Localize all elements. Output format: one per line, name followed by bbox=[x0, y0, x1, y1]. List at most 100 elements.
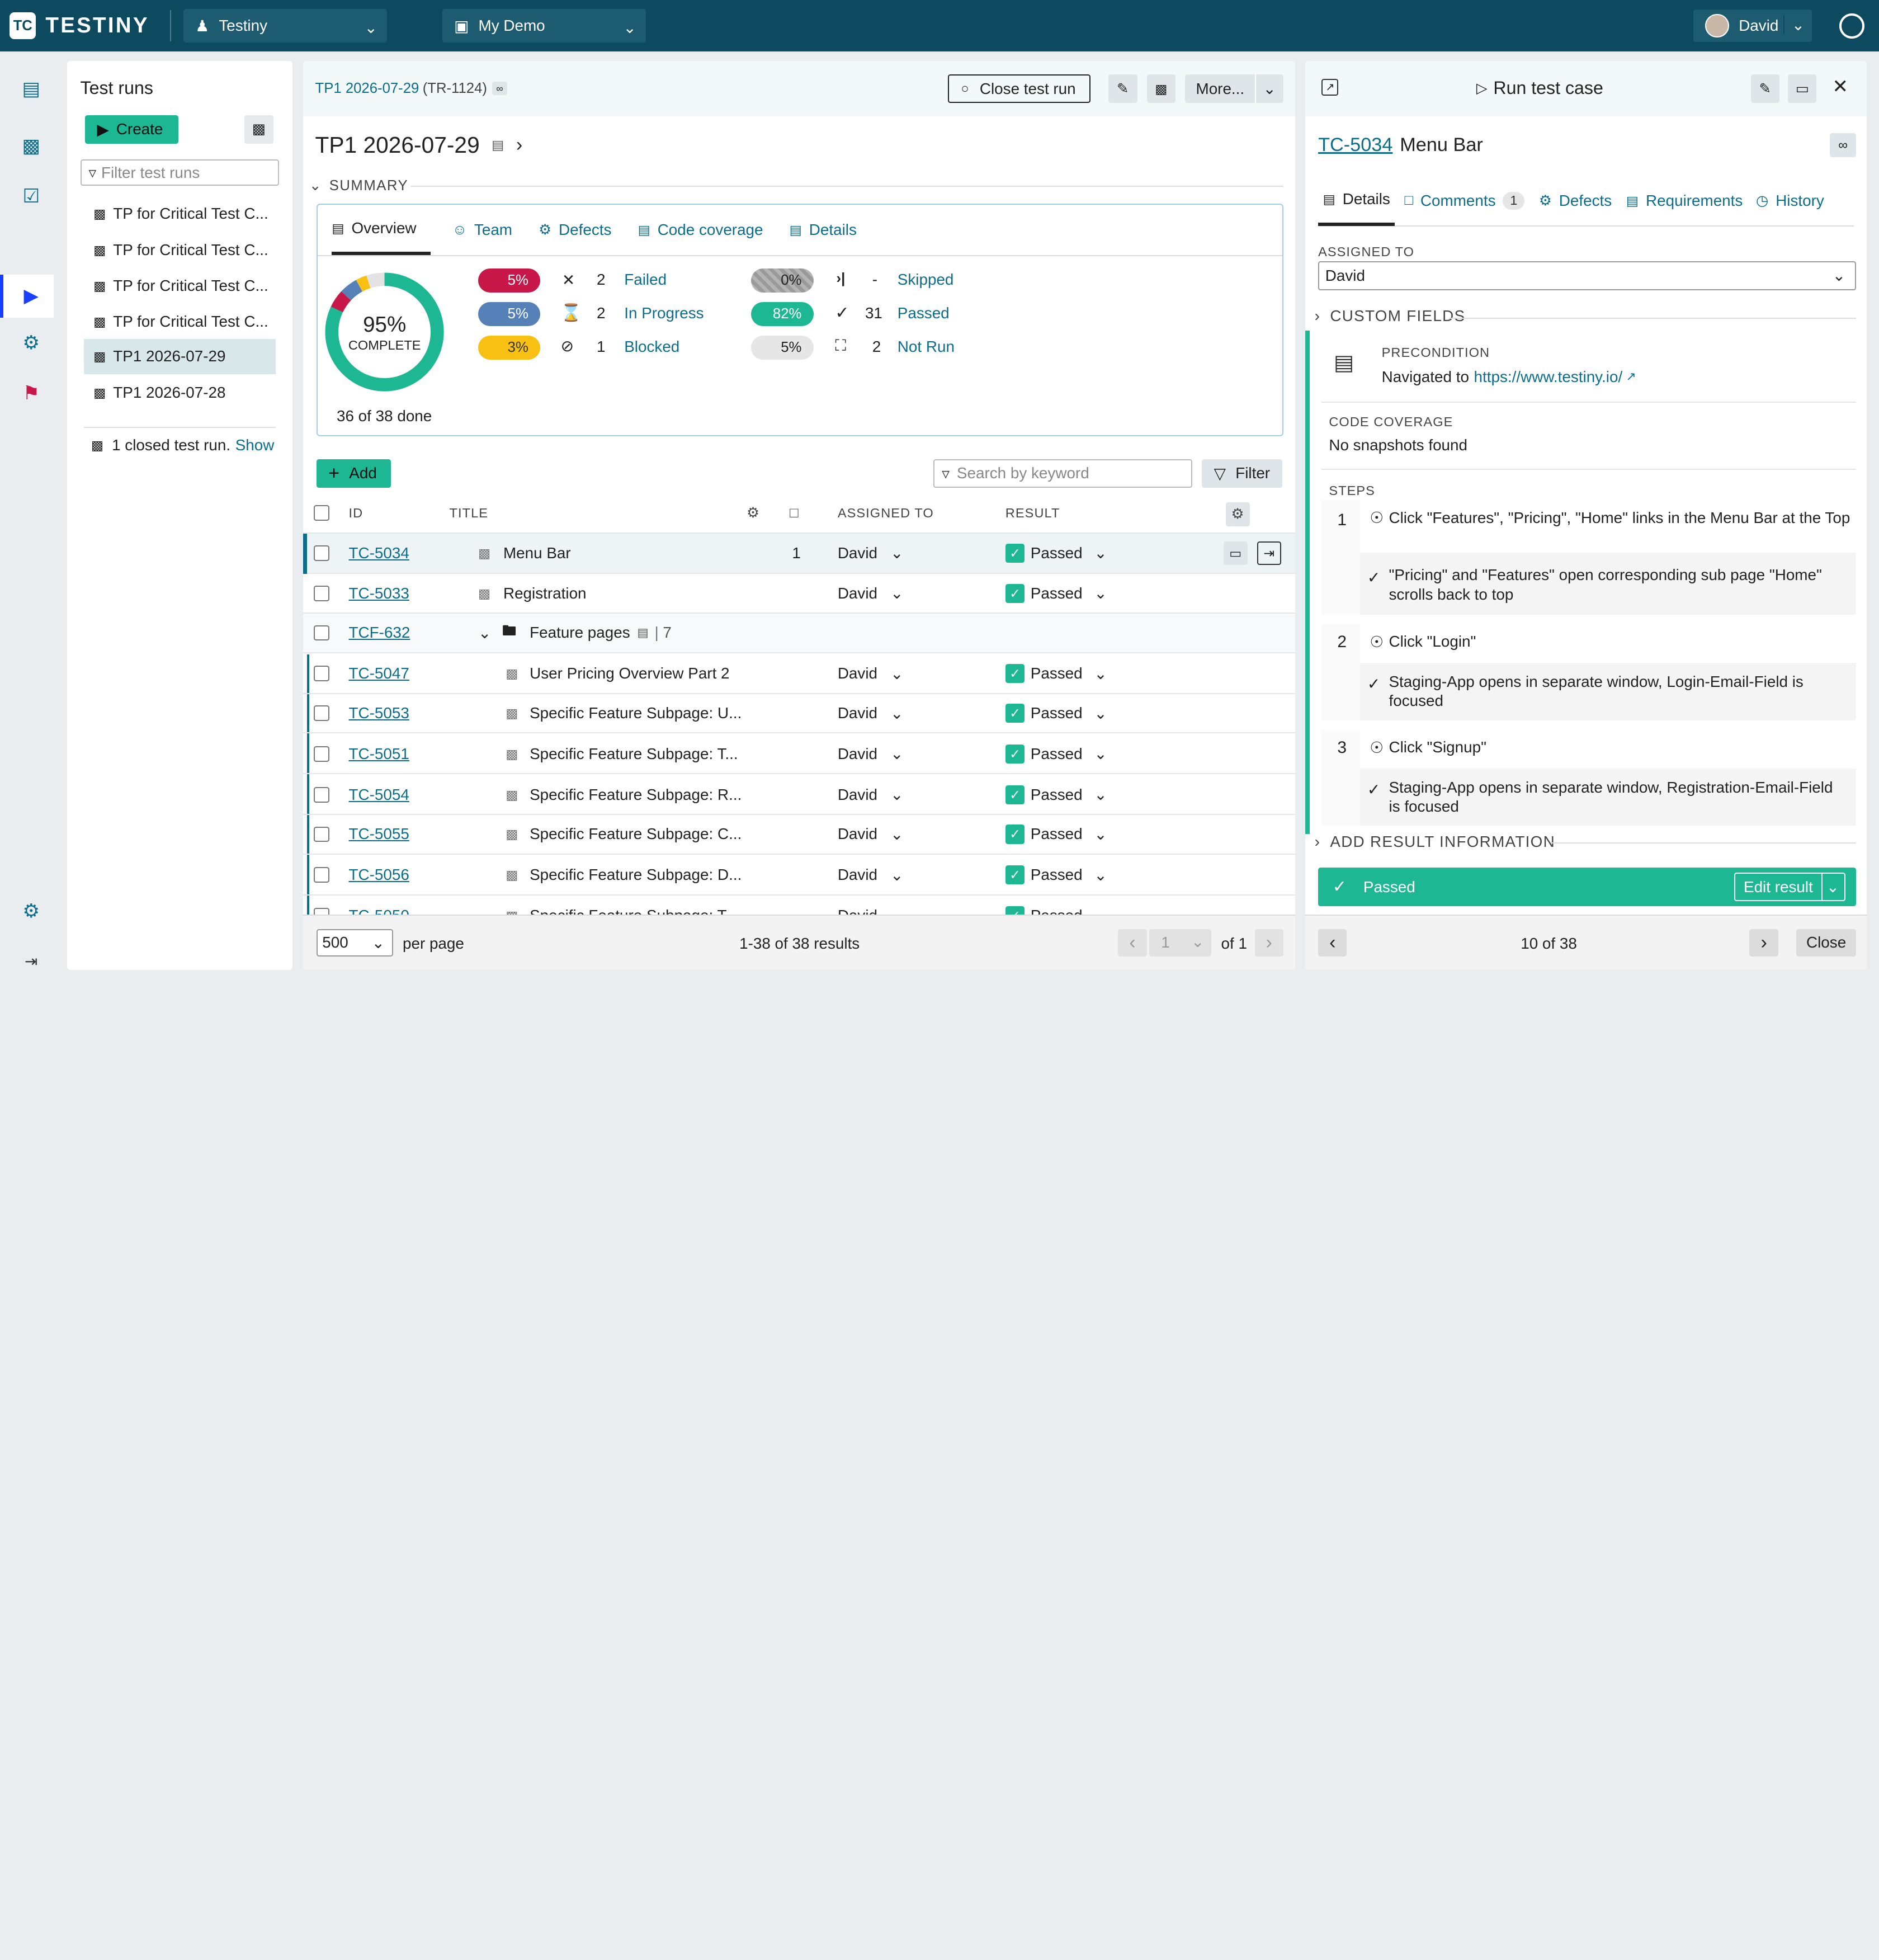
test-runs-icon[interactable]: ▶ bbox=[18, 283, 44, 309]
collapse-icon[interactable]: ⇥ bbox=[18, 948, 44, 974]
tab-details[interactable]: ▤ Details bbox=[790, 221, 857, 239]
row-result[interactable]: ✓ Passed bbox=[1005, 543, 1083, 563]
row-result[interactable]: ✓ Passed bbox=[1005, 664, 1083, 684]
row-checkbox[interactable] bbox=[314, 786, 330, 803]
chevron-down-icon[interactable]: ⌄ bbox=[1094, 665, 1107, 683]
filter-runs-input[interactable]: ▿ Filter test runs bbox=[80, 159, 280, 186]
chevron-right-icon[interactable]: › bbox=[516, 134, 522, 156]
add-button[interactable]: + Add bbox=[316, 459, 391, 488]
tab-details[interactable]: ▤ Details bbox=[1318, 176, 1395, 226]
close-icon[interactable]: ✕ bbox=[1832, 76, 1848, 98]
logo[interactable]: TC TESTINY bbox=[10, 12, 160, 39]
not-run-link[interactable]: Not Run bbox=[898, 338, 955, 356]
chevron-down-icon[interactable]: ⌄ bbox=[890, 704, 903, 723]
row-title[interactable]: Specific Feature Subpage: T... bbox=[530, 745, 738, 763]
tab-requirements[interactable]: ▤ Requirements bbox=[1626, 192, 1743, 210]
tab-code-coverage[interactable]: ▤ Code coverage bbox=[638, 221, 763, 239]
assigned-select[interactable]: David ⌄ bbox=[1318, 261, 1857, 290]
row-title[interactable]: Specific Feature Subpage: R... bbox=[530, 786, 742, 804]
row-id[interactable]: TC-5056 bbox=[349, 866, 409, 884]
tab-overview[interactable]: ▤ Overview bbox=[332, 205, 431, 256]
tab-defects[interactable]: ⚙ Defects bbox=[1539, 192, 1612, 210]
precondition-link[interactable]: https://www.testiny.io/ bbox=[1474, 368, 1623, 386]
edit-result-button[interactable]: Edit result bbox=[1734, 872, 1823, 902]
table-row[interactable]: TC-5054 ▩ Specific Feature Subpage: R...… bbox=[303, 775, 1296, 816]
open-panel-icon[interactable]: ⇥ bbox=[1257, 541, 1281, 566]
close-button[interactable]: Close bbox=[1796, 929, 1857, 957]
row-checkbox[interactable] bbox=[314, 545, 330, 561]
dashboard-icon[interactable]: ▤ bbox=[18, 76, 44, 102]
flag-icon[interactable]: ⚑ bbox=[18, 380, 44, 406]
select-all-checkbox[interactable] bbox=[314, 505, 330, 521]
row-title[interactable]: Specific Feature Subpage: T... bbox=[530, 907, 738, 915]
row-id[interactable]: TCF-632 bbox=[349, 624, 410, 642]
row-id[interactable]: TC-5033 bbox=[349, 585, 409, 602]
row-title[interactable]: Menu Bar bbox=[503, 544, 571, 562]
clipboard-settings-icon[interactable]: ▩ bbox=[1146, 74, 1176, 103]
clipboard-lock-icon[interactable]: ▩ bbox=[244, 115, 273, 144]
page-select[interactable]: 1 ⌄ bbox=[1149, 929, 1212, 957]
row-checkbox[interactable] bbox=[314, 585, 330, 601]
run-item[interactable]: ▩ TP1 2026-07-28 bbox=[84, 375, 276, 410]
table-row[interactable]: TC-5051 ▩ Specific Feature Subpage: T...… bbox=[303, 735, 1296, 775]
column-assigned[interactable]: ASSIGNED TO bbox=[838, 506, 934, 521]
run-item[interactable]: ▩ TP for Critical Test C... bbox=[84, 233, 276, 267]
chevron-down-icon[interactable]: ⌄ bbox=[1094, 785, 1107, 804]
row-checkbox[interactable] bbox=[314, 826, 330, 842]
row-id[interactable]: TC-5050 bbox=[349, 907, 409, 915]
test-plans-icon[interactable]: ☑ bbox=[18, 183, 44, 210]
row-assigned[interactable]: David bbox=[838, 825, 877, 843]
run-item[interactable]: ▩ TP for Critical Test C... bbox=[84, 304, 276, 339]
tab-comments[interactable]: □ Comments 1 bbox=[1405, 192, 1525, 210]
tab-defects[interactable]: ⚙ Defects bbox=[539, 221, 611, 239]
add-result-toggle[interactable]: › ADD RESULT INFORMATION bbox=[1315, 833, 1555, 851]
row-assigned[interactable]: David bbox=[838, 665, 877, 682]
chevron-down-icon[interactable]: ⌄ bbox=[890, 584, 903, 602]
custom-fields-toggle[interactable]: › CUSTOM FIELDS bbox=[1315, 307, 1466, 325]
column-settings-icon[interactable]: ⚙ bbox=[1226, 502, 1250, 526]
row-checkbox[interactable] bbox=[314, 705, 330, 721]
row-id[interactable]: TC-5047 bbox=[349, 665, 409, 682]
smiley-icon[interactable] bbox=[1839, 13, 1865, 39]
chevron-down-icon[interactable]: ⌄ bbox=[890, 745, 903, 763]
row-id[interactable]: TC-5051 bbox=[349, 745, 409, 763]
table-row[interactable]: TC-5053 ▩ Specific Feature Subpage: U...… bbox=[303, 694, 1296, 734]
row-assigned[interactable]: David bbox=[838, 866, 877, 884]
table-row[interactable]: TC-5050 ▩ Specific Feature Subpage: T...… bbox=[303, 897, 1295, 915]
next-case-button[interactable]: › bbox=[1749, 929, 1778, 957]
search-input[interactable]: ▿ Search by keyword bbox=[933, 459, 1193, 488]
chevron-down-icon[interactable]: ⌄ bbox=[1094, 745, 1107, 763]
row-title[interactable]: User Pricing Overview Part 2 bbox=[530, 665, 729, 682]
row-result[interactable]: ✓ Passed bbox=[1005, 744, 1083, 764]
close-test-run-button[interactable]: ○ Close test run bbox=[947, 74, 1090, 103]
chevron-down-icon[interactable]: ⌄ bbox=[1094, 584, 1107, 602]
filter-button[interactable]: ▽ Filter bbox=[1202, 459, 1282, 488]
prev-case-button[interactable]: ‹ bbox=[1318, 929, 1347, 957]
trash-icon[interactable]: ▭ bbox=[1788, 74, 1817, 103]
per-page-select[interactable]: 500 ⌄ bbox=[316, 929, 393, 957]
row-result[interactable]: ✓ Passed bbox=[1005, 703, 1083, 723]
row-checkbox[interactable] bbox=[314, 908, 330, 915]
next-page-button[interactable]: › bbox=[1254, 929, 1283, 957]
run-item-selected[interactable]: ▩ TP1 2026-07-29 bbox=[83, 339, 276, 374]
failed-link[interactable]: Failed bbox=[624, 271, 667, 289]
row-assigned[interactable]: David bbox=[838, 907, 877, 915]
project-select[interactable]: ♟ Testiny ⌄ bbox=[183, 9, 388, 43]
chevron-down-icon[interactable]: ⌄ bbox=[890, 825, 903, 844]
column-title[interactable]: TITLE bbox=[450, 506, 489, 521]
folder-title[interactable]: Feature pages ▤ | 7 bbox=[530, 624, 672, 642]
row-result[interactable]: ✓ Passed bbox=[1005, 906, 1083, 915]
row-title[interactable]: Specific Feature Subpage: C... bbox=[530, 825, 742, 843]
view-select[interactable]: ▣ My Demo ⌄ bbox=[442, 9, 646, 43]
automation-icon[interactable]: ⚙ bbox=[18, 329, 44, 356]
row-assigned[interactable]: David bbox=[838, 544, 877, 562]
row-id[interactable]: TC-5055 bbox=[349, 825, 409, 843]
tab-team[interactable]: ☺ Team bbox=[452, 221, 512, 239]
row-result[interactable]: ✓ Passed bbox=[1005, 865, 1083, 885]
user-menu[interactable]: David ⌄ bbox=[1693, 10, 1812, 42]
link-icon[interactable]: ∞ bbox=[492, 82, 508, 95]
row-result[interactable]: ✓ Passed bbox=[1005, 785, 1083, 804]
row-assigned[interactable]: David bbox=[838, 745, 877, 763]
chevron-down-icon[interactable]: ⌄ bbox=[890, 785, 903, 804]
link-icon[interactable]: ∞ bbox=[1830, 133, 1857, 157]
